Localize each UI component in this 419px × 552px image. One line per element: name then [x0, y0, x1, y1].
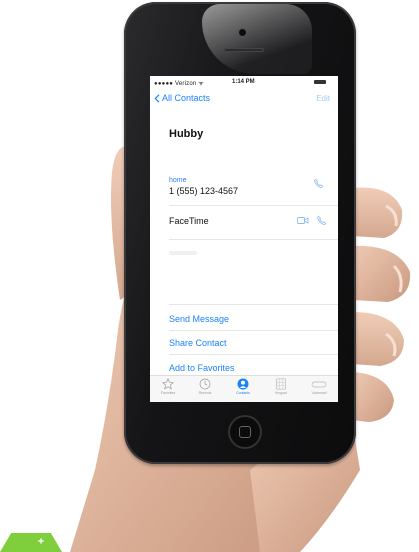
- tab-label: Contacts: [236, 391, 250, 395]
- battery-icon: [314, 80, 326, 84]
- video-camera-icon[interactable]: [297, 216, 309, 225]
- blurred-field: [169, 251, 197, 255]
- phone-icon[interactable]: [313, 178, 324, 189]
- tab-voicemail[interactable]: Voicemail: [304, 378, 334, 400]
- contact-name: Hubby: [169, 128, 204, 140]
- tab-label: Voicemail: [311, 391, 327, 395]
- divider: [169, 205, 338, 206]
- phone-number[interactable]: 1 (555) 123-4567: [169, 186, 238, 196]
- edit-button[interactable]: Edit: [316, 94, 330, 103]
- tab-label: Keypad: [275, 391, 287, 395]
- add-to-favorites-button[interactable]: Add to Favorites: [169, 363, 235, 373]
- person-icon: [237, 378, 249, 390]
- phone-label: home: [169, 177, 187, 184]
- star-icon: [162, 378, 174, 390]
- tab-keypad[interactable]: Keypad: [266, 378, 296, 400]
- tab-recents[interactable]: Recents: [190, 378, 220, 400]
- nav-bar: All Contacts Edit: [150, 90, 338, 106]
- back-label: All Contacts: [162, 93, 211, 103]
- divider: [169, 330, 338, 331]
- status-bar: ●●●●● Verizon ᯤ 1:14 PM: [150, 76, 338, 88]
- phone-screen: ●●●●● Verizon ᯤ 1:14 PM All Contacts Edi…: [150, 76, 338, 402]
- voicemail-icon: [311, 381, 327, 388]
- divider: [169, 354, 338, 355]
- status-carrier: ●●●●● Verizon ᯤ: [154, 81, 204, 87]
- tab-bar: Favorites Recents Contacts Keypad Voicem…: [150, 375, 338, 402]
- divider: [169, 304, 338, 305]
- share-contact-button[interactable]: Share Contact: [169, 338, 227, 348]
- status-time: 1:14 PM: [232, 79, 255, 85]
- facetime-audio-icon[interactable]: [316, 215, 327, 226]
- clock-icon: [199, 378, 211, 390]
- plus-icon: [38, 538, 44, 544]
- earpiece-speaker: [224, 48, 264, 52]
- tab-label: Favorites: [160, 391, 176, 395]
- screen-glare: [202, 4, 312, 74]
- divider: [169, 239, 338, 240]
- home-button[interactable]: [228, 415, 262, 449]
- facetime-label: FaceTime: [169, 216, 209, 226]
- chevron-left-icon: [154, 93, 160, 103]
- keypad-icon: [276, 378, 286, 390]
- tab-contacts[interactable]: Contacts: [228, 378, 258, 400]
- tab-label: Recents: [198, 391, 212, 395]
- send-message-button[interactable]: Send Message: [169, 314, 229, 324]
- front-camera: [239, 29, 246, 36]
- tab-favorites[interactable]: Favorites: [153, 378, 183, 400]
- back-button[interactable]: All Contacts: [154, 93, 210, 103]
- iphone: ●●●●● Verizon ᯤ 1:14 PM All Contacts Edi…: [124, 2, 356, 464]
